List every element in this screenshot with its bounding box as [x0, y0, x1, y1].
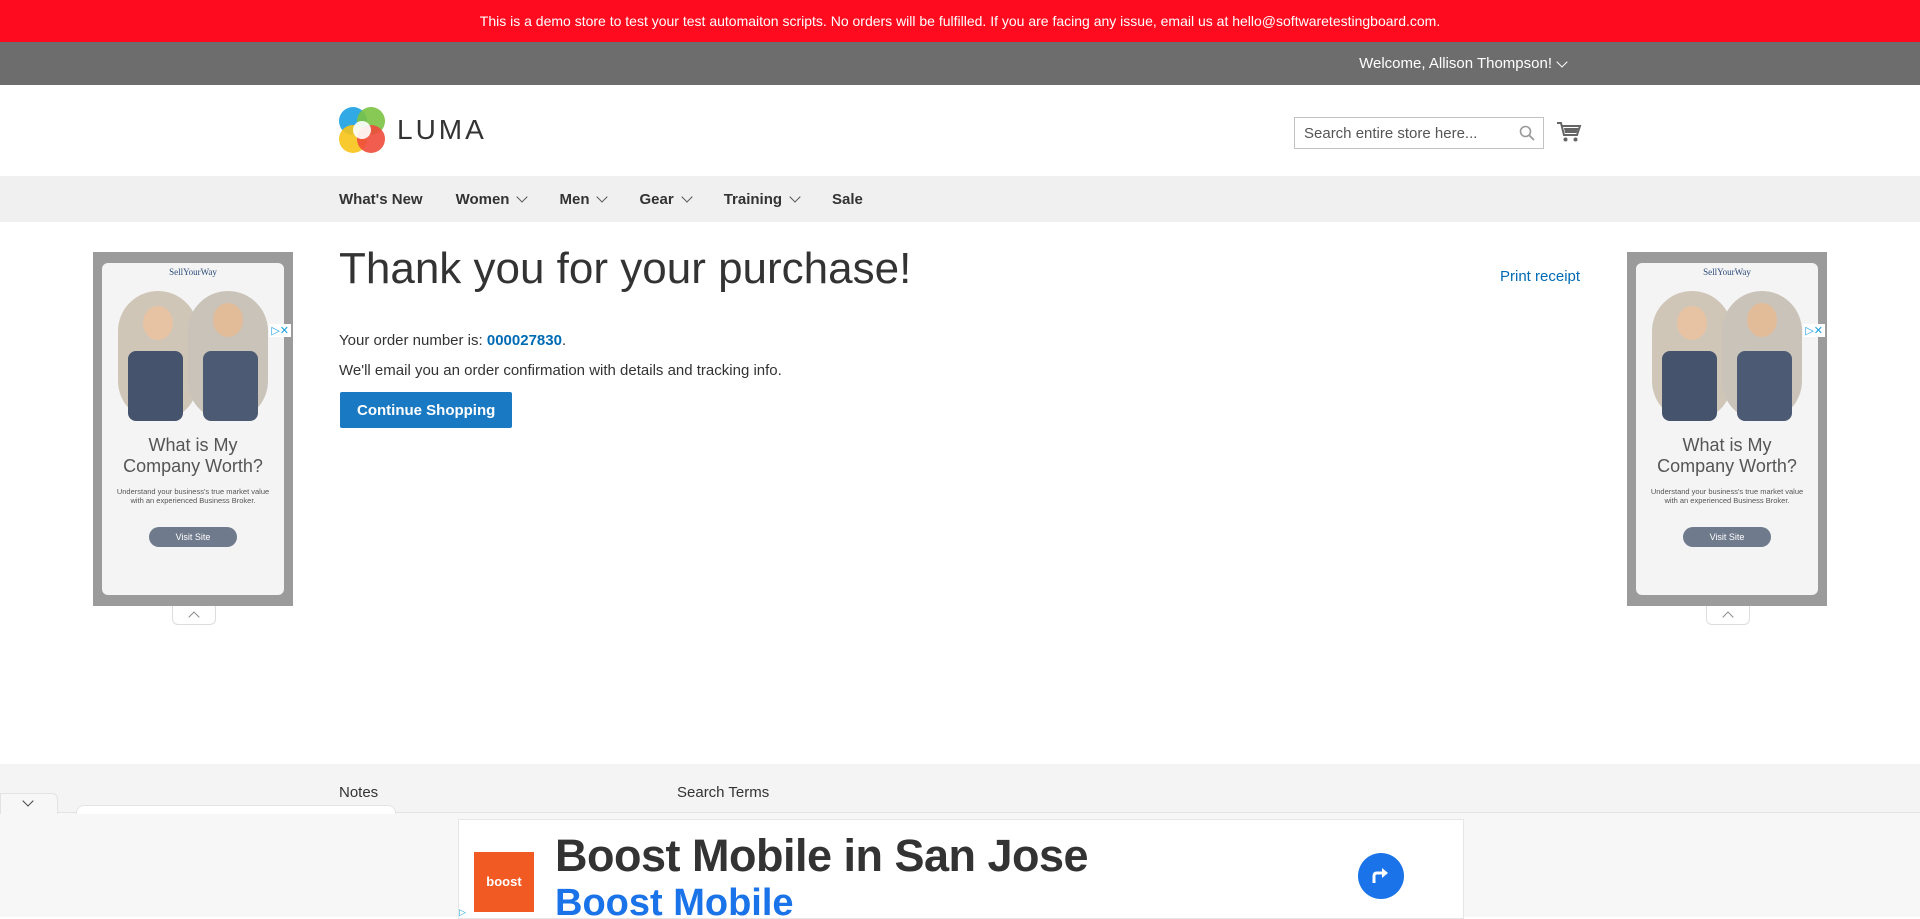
order-number-link[interactable]: 000027830 — [487, 332, 562, 349]
ad-headline: What is My Company Worth? — [1657, 435, 1797, 476]
nav-item-women[interactable]: Women — [455, 190, 529, 208]
site-header: LUMA — [0, 85, 1920, 176]
cart-icon[interactable] — [1556, 119, 1582, 145]
ad-brand: SellYourWay — [169, 267, 217, 277]
panel-header: Welcome, Allison Thompson! — [0, 42, 1920, 85]
ad-visit-site-button[interactable]: Visit Site — [149, 527, 237, 547]
ad-marker-icon: ▷ — [459, 907, 466, 917]
nav-label: Women — [455, 190, 510, 208]
chevron-up-icon — [188, 611, 200, 623]
ad-choices-icon[interactable]: ▷✕ — [269, 324, 291, 337]
chevron-down-icon — [789, 190, 801, 203]
nav-item-whats-new[interactable]: What's New — [339, 191, 423, 208]
ad-headline: Boost Mobile in San Jose — [555, 830, 1089, 881]
nav-label: What's New — [339, 190, 423, 208]
anchor-ad-tab — [76, 805, 396, 814]
side-ad-right[interactable]: SellYourWay What is My Company Worth? Un… — [1627, 252, 1827, 606]
nav-item-men[interactable]: Men — [559, 190, 609, 208]
ad-brand: SellYourWay — [1703, 267, 1751, 277]
demo-notice-text: This is a demo store to test your test a… — [479, 13, 1441, 29]
ad-photo — [1652, 291, 1802, 421]
order-number-line: Your order number is: 000027830. — [339, 332, 566, 349]
directions-arrow-icon[interactable] — [1358, 853, 1404, 899]
main-navigation: What's New Women Men Gear Training Sale — [0, 176, 1920, 222]
nav-item-sale[interactable]: Sale — [832, 191, 863, 208]
side-ad-left[interactable]: SellYourWay What is My Company Worth? Un… — [93, 252, 293, 606]
main-content: Thank you for your purchase! Print recei… — [0, 222, 1920, 764]
nav-item-training[interactable]: Training — [723, 190, 801, 208]
luma-logo[interactable]: LUMA — [339, 107, 487, 153]
nav-item-gear[interactable]: Gear — [639, 190, 693, 208]
print-receipt-link[interactable]: Print receipt — [1500, 268, 1580, 285]
boost-logo: boost — [474, 852, 534, 912]
ad-choices-icon[interactable]: ▷✕ — [1803, 324, 1825, 337]
ad-visit-site-button[interactable]: Visit Site — [1683, 527, 1771, 547]
ad-headline: What is My Company Worth? — [123, 435, 263, 476]
ad-subtext: Understand your business's true market v… — [116, 487, 270, 505]
chevron-down-icon — [681, 190, 693, 203]
continue-shopping-button[interactable]: Continue Shopping — [340, 392, 513, 428]
footer-link-search-terms[interactable]: Search Terms — [677, 784, 769, 801]
anchor-ad-toggle-button[interactable] — [0, 793, 58, 814]
nav-label: Sale — [832, 190, 863, 208]
logo-text: LUMA — [397, 114, 487, 145]
ad-subheadline: Boost Mobile — [555, 882, 794, 919]
footer-link-notes[interactable]: Notes — [339, 784, 378, 801]
chevron-down-icon — [516, 190, 529, 203]
ad-collapse-button[interactable] — [172, 606, 216, 625]
order-suffix: . — [561, 332, 567, 349]
search-icon[interactable] — [1519, 125, 1535, 141]
demo-notice-bar: This is a demo store to test your test a… — [0, 0, 1920, 42]
chevron-down-icon — [22, 795, 34, 807]
ad-collapse-button[interactable] — [1706, 606, 1750, 625]
order-prefix: Your order number is: — [339, 332, 487, 349]
nav-label: Men — [559, 190, 590, 208]
ad-subtext: Understand your business's true market v… — [1650, 487, 1804, 505]
chevron-up-icon — [1722, 611, 1734, 623]
boost-mobile-ad-banner[interactable]: boost Boost Mobile in San Jose Boost Mob… — [458, 819, 1464, 919]
page-title: Thank you for your purchase! — [339, 244, 912, 293]
chevron-down-icon — [1556, 55, 1568, 68]
nav-label: Gear — [639, 190, 674, 208]
email-confirmation-text: We'll email you an order confirmation wi… — [339, 362, 782, 379]
ad-photo — [118, 291, 268, 421]
luma-logo-icon — [339, 107, 385, 153]
search-box — [1294, 117, 1544, 149]
search-input[interactable] — [1295, 118, 1514, 148]
nav-label: Training — [723, 190, 783, 208]
bottom-anchor-ad: boost Boost Mobile in San Jose Boost Mob… — [0, 793, 1920, 919]
ad-card: SellYourWay What is My Company Worth? Un… — [1636, 263, 1818, 595]
welcome-text: Welcome, Allison Thompson! — [1359, 55, 1552, 72]
chevron-down-icon — [596, 190, 609, 203]
customer-welcome-menu[interactable]: Welcome, Allison Thompson! — [1359, 42, 1568, 85]
ad-card: SellYourWay What is My Company Worth? Un… — [102, 263, 284, 595]
